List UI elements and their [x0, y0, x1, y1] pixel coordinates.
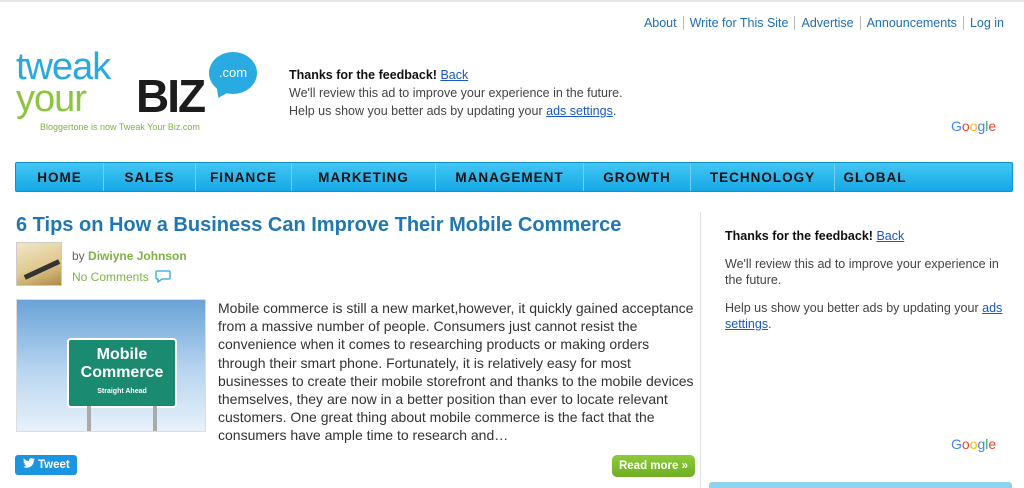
twitter-bird-icon	[23, 455, 35, 475]
nav-item-growth[interactable]: GROWTH	[584, 163, 691, 191]
side-ad-settings-suffix: .	[768, 317, 772, 331]
logo-dotcom-bubble: .com	[209, 52, 257, 94]
ads-settings-link[interactable]: ads settings	[546, 104, 613, 118]
sign-sub: Straight Ahead	[97, 388, 147, 395]
nav-item-finance[interactable]: FINANCE	[196, 163, 292, 191]
site-logo[interactable]: tweak your BIZ .com Bloggertone is now T…	[16, 47, 261, 137]
logo-tagline: Bloggertone is now Tweak Your Biz.com	[40, 122, 200, 132]
ad-back-link[interactable]: Back	[440, 68, 468, 82]
write-for-this-site-link[interactable]: Write for This Site	[682, 16, 795, 30]
sidebar-widget-top	[709, 482, 1012, 488]
about-link[interactable]: About	[638, 16, 683, 30]
google-letter: G	[951, 118, 962, 134]
google-letter: e	[988, 436, 997, 452]
side-ad-text: We'll review this ad to improve your exp…	[725, 257, 999, 287]
google-logo: Google	[951, 118, 996, 134]
nav-item-management[interactable]: MANAGEMENT	[436, 163, 584, 191]
sign-post	[153, 406, 157, 431]
logo-word-biz: BIZ	[136, 70, 206, 122]
google-letter: G	[951, 436, 962, 452]
comments-link[interactable]: No Comments	[72, 270, 171, 286]
logo-word-your: your	[16, 78, 87, 120]
side-ad-back-link[interactable]: Back	[876, 229, 904, 243]
google-letter: o	[961, 118, 970, 134]
article-excerpt: Mobile commerce is still a new market,ho…	[218, 300, 694, 444]
top-links: About Write for This Site Advertise Anno…	[638, 16, 1010, 30]
main-nav: HOME SALES FINANCE MARKETING MANAGEMENT …	[15, 162, 1013, 192]
nav-item-marketing[interactable]: MARKETING	[292, 163, 436, 191]
tweet-label: Tweet	[38, 459, 70, 472]
article-title[interactable]: 6 Tips on How a Business Can Improve The…	[16, 214, 621, 237]
author-link[interactable]: Diwiyne Johnson	[88, 249, 187, 263]
google-letter: o	[961, 436, 970, 452]
sign-line-2: Commerce	[80, 364, 164, 381]
google-logo: Google	[951, 436, 996, 452]
ad-feedback-text: We'll review this ad to improve your exp…	[289, 86, 623, 100]
author-avatar[interactable]	[16, 242, 62, 286]
sidebar-divider	[700, 212, 701, 488]
announcements-link[interactable]: Announcements	[859, 16, 963, 30]
google-letter: e	[988, 118, 997, 134]
nav-item-home[interactable]: HOME	[16, 163, 104, 191]
article-byline: by Diwiyne Johnson	[72, 249, 187, 263]
ad-settings-suffix: .	[612, 104, 617, 118]
login-link[interactable]: Log in	[962, 16, 1010, 30]
advertise-link[interactable]: Advertise	[794, 16, 859, 30]
tweet-button[interactable]: Tweet	[15, 455, 77, 475]
sign-line-1: Mobile	[96, 346, 148, 363]
nav-item-sales[interactable]: SALES	[104, 163, 196, 191]
ad-feedback-title: Thanks for the feedback!	[289, 68, 437, 82]
comments-count: No Comments	[72, 270, 149, 285]
top-border	[0, 0, 1024, 2]
byline-by: by	[72, 249, 85, 263]
ad-settings-prefix: Help us show you better ads by updating …	[289, 104, 543, 118]
article-thumbnail[interactable]: Mobile Commerce Straight Ahead	[16, 299, 206, 432]
sign-post	[87, 406, 91, 431]
comment-bubble-icon	[155, 270, 171, 286]
side-ad-settings-prefix: Help us show you better ads by updating …	[725, 301, 979, 315]
nav-item-global[interactable]: GLOBAL	[835, 163, 915, 191]
road-sign: Mobile Commerce Straight Ahead	[67, 338, 177, 408]
nav-item-technology[interactable]: TECHNOLOGY	[691, 163, 835, 191]
header-ad-feedback: Thanks for the feedback! Back We'll revi…	[289, 66, 689, 120]
side-ad-title: Thanks for the feedback!	[725, 229, 873, 243]
read-more-button[interactable]: Read more »	[612, 455, 695, 477]
sidebar-ad-feedback: Thanks for the feedback! Back We'll revi…	[725, 228, 1005, 332]
